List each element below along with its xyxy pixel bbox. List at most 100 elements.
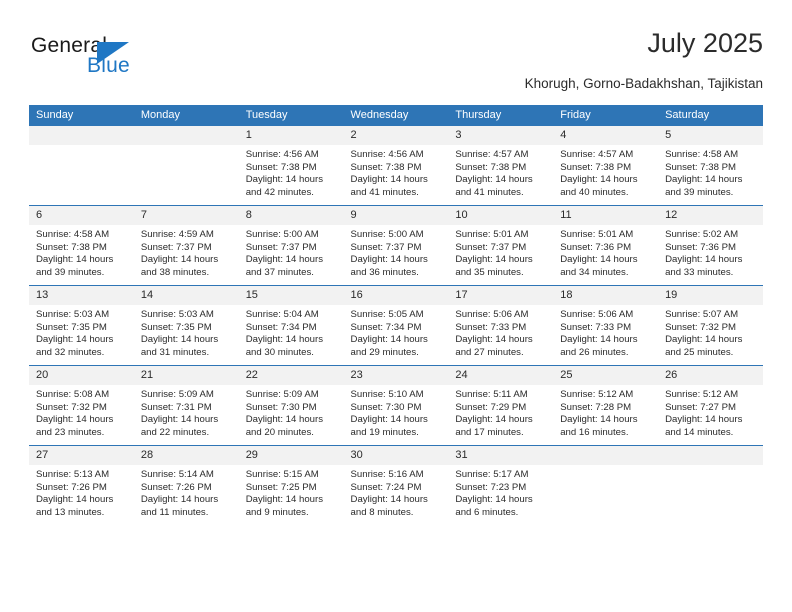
day-number: 21	[133, 366, 239, 385]
day-number: 7	[133, 206, 239, 225]
sunset-text: Sunset: 7:36 PM	[665, 241, 736, 253]
calendar-day-cell[interactable]: 27 Sunrise: 5:13 AM Sunset: 7:26 PM Dayligh…	[29, 445, 134, 525]
sunrise-text: Sunrise: 5:11 AM	[455, 389, 528, 400]
sunrise-sunset-calendar-table: Sunday Monday Tuesday Wednesday Thursday Frid…	[29, 105, 763, 525]
sunrise-text: Sunrise: 5:14 AM	[140, 469, 214, 480]
calendar-day-cell[interactable]: 28 Sunrise: 5:14 AM Sunset: 7:26 PM Dayligh…	[133, 445, 239, 525]
page-header: General Blue July 2025 Khorugh, Gorno-Ba…	[29, 28, 763, 100]
day-details: Sunrise: 5:03 AM Sunset: 7:35 PM Daylight:…	[29, 305, 134, 359]
sunrise-text: Sunrise: 5:12 AM	[560, 389, 634, 400]
daylight-text: Daylight: 14 hours and 30 minutes.	[245, 334, 324, 358]
calendar-day-cell[interactable]: 15 Sunrise: 5:04 AM Sunset: 7:34 PM Dayligh…	[238, 285, 344, 366]
daylight-text: Daylight: 14 hours and 19 minutes.	[350, 414, 428, 438]
calendar-day-cell[interactable]: 19 Sunrise: 5:07 AM Sunset: 7:32 PM Dayligh…	[658, 285, 763, 366]
calendar-day-cell-empty	[658, 445, 763, 525]
calendar-day-cell[interactable]: 10 Sunrise: 5:01 AM Sunset: 7:37 PM Dayligh…	[448, 205, 554, 286]
daylight-text: Daylight: 14 hours and 40 minutes.	[560, 174, 638, 198]
day-details: Sunrise: 5:07 AM Sunset: 7:32 PM Daylight:…	[658, 305, 763, 359]
day-number: 29	[238, 446, 344, 465]
calendar-day-cell[interactable]: 18 Sunrise: 5:06 AM Sunset: 7:33 PM Dayligh…	[553, 285, 659, 366]
sunrise-text: Sunrise: 4:58 AM	[36, 229, 110, 240]
calendar-day-cell[interactable]: 20 Sunrise: 5:08 AM Sunset: 7:32 PM Dayligh…	[29, 365, 134, 446]
sunrise-text: Sunrise: 5:03 AM	[36, 309, 110, 320]
day-number: 24	[448, 366, 554, 385]
day-details: Sunrise: 4:57 AM Sunset: 7:38 PM Daylight:…	[448, 145, 553, 199]
calendar-day-cell[interactable]: 26 Sunrise: 5:12 AM Sunset: 7:27 PM Dayligh…	[658, 365, 763, 446]
calendar-day-cell[interactable]: 8 Sunrise: 5:00 AM Sunset: 7:37 PM Daylight…	[238, 205, 344, 286]
daylight-text: Daylight: 14 hours and 8 minutes.	[350, 494, 428, 518]
calendar-day-cell[interactable]: 5 Sunrise: 4:58 AM Sunset: 7:38 PM Daylight…	[658, 126, 763, 206]
day-details: Sunrise: 5:08 AM Sunset: 7:32 PM Daylight:…	[29, 385, 134, 439]
sunset-text: Sunset: 7:38 PM	[245, 161, 317, 173]
daylight-text: Daylight: 14 hours and 25 minutes.	[665, 334, 743, 358]
sunrise-text: Sunrise: 5:00 AM	[350, 229, 424, 240]
sunset-text: Sunset: 7:37 PM	[350, 241, 422, 253]
calendar-day-cell-empty	[133, 126, 239, 206]
calendar-day-cell[interactable]: 22 Sunrise: 5:09 AM Sunset: 7:30 PM Dayligh…	[238, 365, 344, 446]
day-number: 19	[658, 286, 763, 305]
logo-text-blue: Blue	[87, 54, 130, 77]
calendar-week-row: 20 Sunrise: 5:08 AM Sunset: 7:32 PM Dayligh…	[29, 365, 763, 446]
calendar-day-cell[interactable]: 6 Sunrise: 4:58 AM Sunset: 7:38 PM Daylight…	[29, 205, 134, 286]
page-title: July 2025	[647, 28, 763, 58]
sunset-text: Sunset: 7:27 PM	[665, 401, 736, 413]
sunrise-text: Sunrise: 4:56 AM	[350, 149, 424, 160]
day-details: Sunrise: 4:58 AM Sunset: 7:38 PM Daylight:…	[658, 145, 763, 199]
day-details: Sunrise: 5:12 AM Sunset: 7:28 PM Daylight:…	[553, 385, 658, 439]
sunset-text: Sunset: 7:30 PM	[245, 401, 317, 413]
calendar-day-cell[interactable]: 21 Sunrise: 5:09 AM Sunset: 7:31 PM Dayligh…	[133, 365, 239, 446]
daylight-text: Daylight: 14 hours and 16 minutes.	[560, 414, 638, 438]
calendar-day-cell[interactable]: 1 Sunrise: 4:56 AM Sunset: 7:38 PM Daylight…	[238, 126, 344, 206]
calendar-day-cell[interactable]: 7 Sunrise: 4:59 AM Sunset: 7:37 PM Daylight…	[133, 205, 239, 286]
day-details: Sunrise: 5:12 AM Sunset: 7:27 PM Daylight:…	[658, 385, 763, 439]
sunset-text: Sunset: 7:37 PM	[245, 241, 317, 253]
calendar-day-cell[interactable]: 17 Sunrise: 5:06 AM Sunset: 7:33 PM Dayligh…	[448, 285, 554, 366]
daylight-text: Daylight: 14 hours and 17 minutes.	[455, 414, 533, 438]
calendar-day-cell[interactable]: 11 Sunrise: 5:01 AM Sunset: 7:36 PM Dayligh…	[553, 205, 659, 286]
calendar-day-cell[interactable]: 16 Sunrise: 5:05 AM Sunset: 7:34 PM Dayligh…	[343, 285, 449, 366]
day-details: Sunrise: 5:16 AM Sunset: 7:24 PM Daylight:…	[344, 465, 449, 519]
sunrise-text: Sunrise: 5:08 AM	[36, 389, 110, 400]
daylight-text: Daylight: 14 hours and 22 minutes.	[140, 414, 219, 438]
calendar-day-cell[interactable]: 29 Sunrise: 5:15 AM Sunset: 7:25 PM Dayligh…	[238, 445, 344, 525]
day-details: Sunrise: 4:56 AM Sunset: 7:38 PM Daylight:…	[239, 145, 344, 199]
calendar-day-cell[interactable]: 9 Sunrise: 5:00 AM Sunset: 7:37 PM Daylight…	[343, 205, 449, 286]
day-number	[553, 446, 659, 465]
calendar-day-cell[interactable]: 25 Sunrise: 5:12 AM Sunset: 7:28 PM Dayligh…	[553, 365, 659, 446]
calendar-day-cell[interactable]: 23 Sunrise: 5:10 AM Sunset: 7:30 PM Dayligh…	[343, 365, 449, 446]
daylight-text: Daylight: 14 hours and 33 minutes.	[665, 254, 743, 278]
sunrise-text: Sunrise: 4:59 AM	[140, 229, 214, 240]
daylight-text: Daylight: 14 hours and 11 minutes.	[140, 494, 219, 518]
calendar-page: General Blue July 2025 Khorugh, Gorno-Ba…	[0, 0, 792, 612]
sunrise-text: Sunrise: 5:03 AM	[140, 309, 214, 320]
day-details: Sunrise: 4:59 AM Sunset: 7:37 PM Daylight:…	[134, 225, 239, 279]
sunset-text: Sunset: 7:36 PM	[560, 241, 632, 253]
calendar-day-cell[interactable]: 14 Sunrise: 5:03 AM Sunset: 7:35 PM Dayligh…	[133, 285, 239, 366]
daylight-text: Daylight: 14 hours and 34 minutes.	[560, 254, 638, 278]
sunset-text: Sunset: 7:24 PM	[350, 481, 422, 493]
day-details: Sunrise: 5:10 AM Sunset: 7:30 PM Daylight:…	[344, 385, 449, 439]
daylight-text: Daylight: 14 hours and 39 minutes.	[36, 254, 114, 278]
calendar-day-cell[interactable]: 3 Sunrise: 4:57 AM Sunset: 7:38 PM Daylight…	[448, 126, 554, 206]
calendar-day-cell[interactable]: 12 Sunrise: 5:02 AM Sunset: 7:36 PM Dayligh…	[658, 205, 763, 286]
calendar-day-cell[interactable]: 31 Sunrise: 5:17 AM Sunset: 7:23 PM Dayligh…	[448, 445, 554, 525]
calendar-day-cell[interactable]: 24 Sunrise: 5:11 AM Sunset: 7:29 PM Dayligh…	[448, 365, 554, 446]
sunset-text: Sunset: 7:33 PM	[560, 321, 632, 333]
sunset-text: Sunset: 7:38 PM	[455, 161, 527, 173]
calendar-day-cell[interactable]: 30 Sunrise: 5:16 AM Sunset: 7:24 PM Dayligh…	[343, 445, 449, 525]
day-number: 31	[448, 446, 554, 465]
calendar-day-cell[interactable]: 4 Sunrise: 4:57 AM Sunset: 7:38 PM Daylight…	[553, 126, 659, 206]
day-number: 30	[343, 446, 449, 465]
day-details: Sunrise: 5:05 AM Sunset: 7:34 PM Daylight:…	[344, 305, 449, 359]
day-details: Sunrise: 5:15 AM Sunset: 7:25 PM Daylight:…	[239, 465, 344, 519]
calendar-day-cell[interactable]: 2 Sunrise: 4:56 AM Sunset: 7:38 PM Daylight…	[343, 126, 449, 206]
day-number: 6	[29, 206, 134, 225]
day-number: 20	[29, 366, 134, 385]
sunset-text: Sunset: 7:33 PM	[455, 321, 527, 333]
sunrise-text: Sunrise: 5:12 AM	[665, 389, 739, 400]
day-details: Sunrise: 4:56 AM Sunset: 7:38 PM Daylight:…	[344, 145, 449, 199]
day-details: Sunrise: 5:14 AM Sunset: 7:26 PM Daylight:…	[134, 465, 239, 519]
calendar-day-cell[interactable]: 13 Sunrise: 5:03 AM Sunset: 7:35 PM Dayligh…	[29, 285, 134, 366]
sunset-text: Sunset: 7:38 PM	[665, 161, 736, 173]
daylight-text: Daylight: 14 hours and 37 minutes.	[245, 254, 324, 278]
